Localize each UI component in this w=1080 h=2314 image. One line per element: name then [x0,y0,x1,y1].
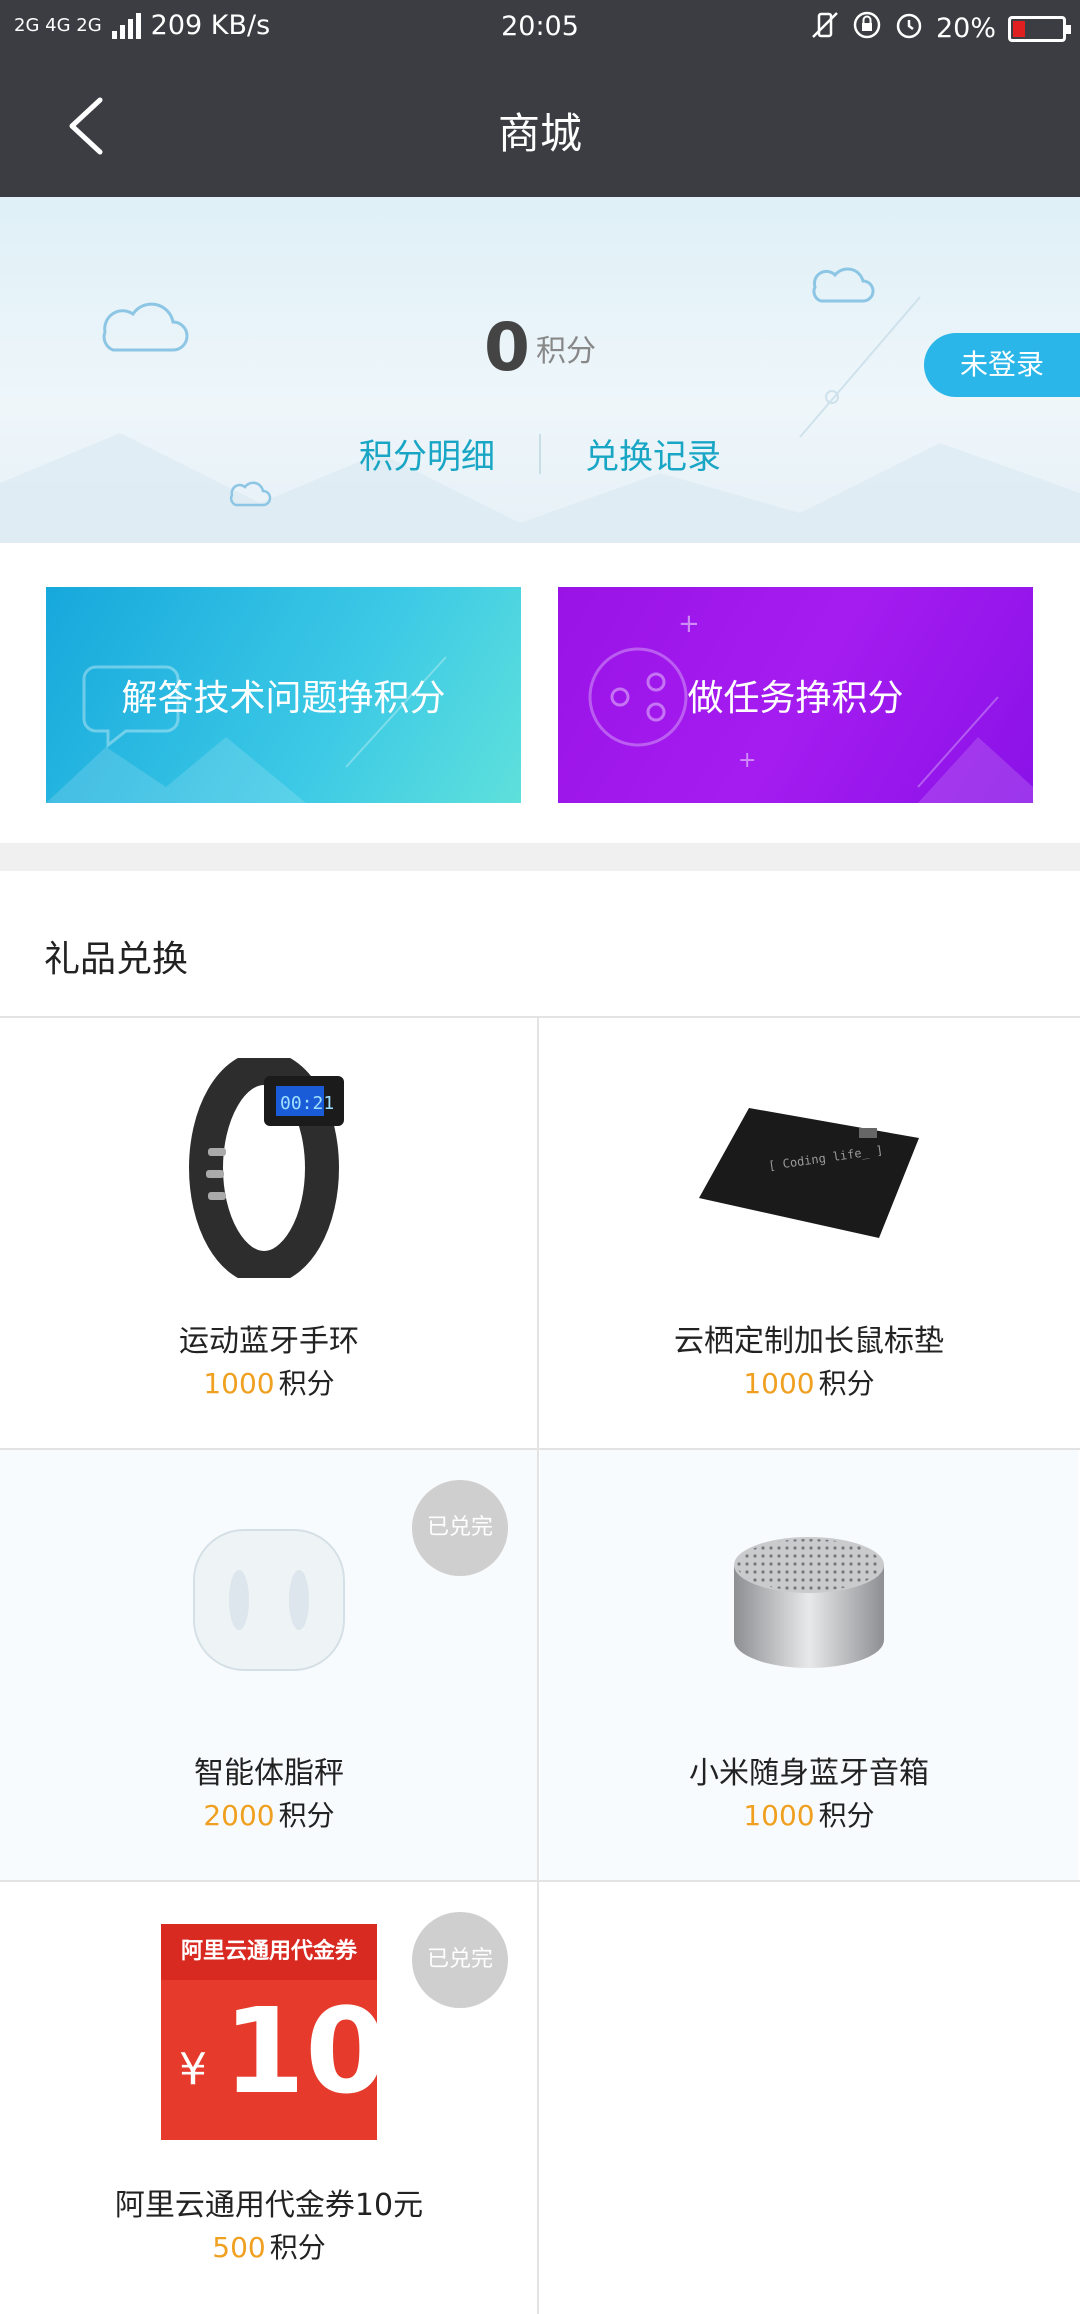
battery-percent: 20% [935,13,996,44]
grid-row-line [0,1880,1080,1882]
coupon-header: 阿里云通用代金券 [161,1924,377,1980]
mouse-pad-image: [ Coding life_ ] [540,1058,1078,1278]
status-bar: 2G 4G 2G 209 KB/s 20:05 20% [0,0,1080,56]
svg-text:00:21: 00:21 [280,1093,334,1114]
coupon-currency: ¥ [179,2044,207,2095]
gift-item-coupon[interactable]: 阿里云通用代金券 ¥ 10 已兑完 阿里云通用代金券10元 500 积分 [0,1882,538,2312]
login-button[interactable]: 未登录 [924,333,1080,397]
answer-questions-label: 解答技术问题挣积分 [121,678,446,719]
vibrate-icon [810,10,840,47]
title-bar: 商城 [0,56,1080,197]
svg-text:+: + [678,609,700,639]
gift-name: 云栖定制加长鼠标垫 [674,1324,944,1359]
grid-vertical-line [537,1018,539,2314]
gift-name: 智能体脂秤 [194,1756,344,1791]
speaker-image [540,1490,1078,1710]
fitness-band-image: 00:21 [0,1058,538,1278]
points-value: 0 [484,309,530,386]
gift-item-fitness-band[interactable]: 00:21 运动蓝牙手环 1000 积分 [0,1018,538,1448]
svg-text:+: + [738,748,756,773]
gift-name: 运动蓝牙手环 [179,1324,359,1359]
grid-row-line [0,1448,1080,1450]
do-tasks-card[interactable]: + + 做任务挣积分 [558,587,1033,803]
points-detail-link[interactable]: 积分明细 [315,429,539,478]
sold-out-badge: 已兑完 [412,1912,508,2008]
gift-price: 1000 积分 [203,1367,335,1400]
gift-price: 1000 积分 [743,1799,875,1832]
do-tasks-label: 做任务挣积分 [687,678,904,719]
gift-price: 2000 积分 [203,1799,335,1832]
empty-cell [540,1882,1078,2312]
alarm-icon [894,10,924,47]
gift-item-bluetooth-speaker[interactable]: 小米随身蓝牙音箱 1000 积分 [540,1450,1078,1880]
gift-price: 500 积分 [212,2231,326,2264]
rotation-lock-icon [852,10,882,47]
sold-out-badge: 已兑完 [412,1480,508,1576]
gift-item-body-fat-scale[interactable]: 已兑完 智能体脂秤 2000 积分 [0,1450,538,1880]
task-section: 解答技术问题挣积分 + + 做任务挣积分 [0,543,1080,843]
points-banner: 0 积分 积分明细 兑换记录 未登录 [0,197,1080,543]
gift-item-mouse-pad[interactable]: [ Coding life_ ] 云栖定制加长鼠标垫 1000 积分 [540,1018,1078,1448]
gift-exchange-title: 礼品兑换 [44,939,189,980]
section-divider [0,843,1080,871]
gift-name: 阿里云通用代金券10元 [114,2188,424,2223]
answer-questions-card[interactable]: 解答技术问题挣积分 [46,587,521,803]
battery-icon [1008,15,1071,42]
gift-price: 1000 积分 [743,1367,875,1400]
exchange-record-link[interactable]: 兑换记录 [541,429,765,478]
points-unit: 积分 [535,333,596,369]
coupon-amount: 10 [223,1982,388,2120]
page-title: 商城 [497,109,582,158]
gift-name: 小米随身蓝牙音箱 [689,1756,929,1791]
